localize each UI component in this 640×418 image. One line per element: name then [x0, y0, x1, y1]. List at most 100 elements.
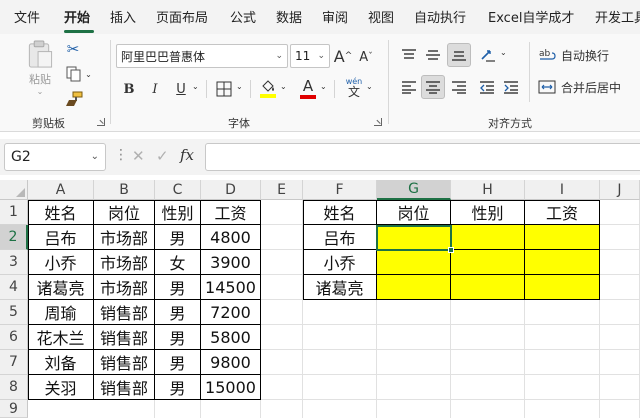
chevron-down-icon[interactable]: ⌄ [275, 51, 283, 61]
underline-button[interactable]: U [170, 78, 192, 100]
increase-font-size-button[interactable]: A ^ [332, 44, 354, 68]
table-header-cell[interactable]: 姓名 [28, 200, 94, 225]
table-cell[interactable]: 销售部 [94, 350, 155, 375]
table-cell[interactable]: 周瑜 [28, 300, 94, 325]
tab-data[interactable]: 数据 [276, 7, 302, 26]
table-header-cell[interactable]: 性别 [155, 200, 201, 225]
table-cell[interactable]: 男 [155, 350, 201, 375]
table-cell[interactable]: 小乔 [303, 250, 377, 275]
increase-indent-button[interactable] [500, 76, 522, 98]
table-header-cell[interactable]: 工资 [525, 200, 600, 225]
decrease-font-size-button[interactable]: Aˇ [355, 46, 377, 68]
table-cell[interactable]: 吕布 [28, 225, 94, 250]
tab-review[interactable]: 审阅 [322, 7, 348, 26]
tab-excel-learning[interactable]: Excel自学成才 [488, 7, 574, 26]
table-header-cell[interactable]: 岗位 [94, 200, 155, 225]
column-header-c[interactable]: C [155, 180, 201, 200]
chevron-down-icon[interactable]: ⌄ [320, 82, 327, 91]
table-cell[interactable]: 4800 [201, 225, 261, 250]
table-cell[interactable]: 诸葛亮 [303, 275, 377, 300]
lookup-result-cell[interactable] [377, 275, 451, 300]
chevron-down-icon[interactable]: ⌄ [91, 151, 99, 162]
tab-home[interactable]: 开始 [64, 7, 90, 26]
table-cell[interactable]: 男 [155, 325, 201, 350]
table-cell[interactable]: 销售部 [94, 375, 155, 400]
borders-button[interactable] [214, 79, 234, 99]
align-top-button[interactable] [398, 44, 420, 66]
row-header-2[interactable]: 2 [0, 225, 28, 250]
lookup-result-cell[interactable] [451, 275, 525, 300]
table-cell[interactable]: 销售部 [94, 300, 155, 325]
font-name-combo[interactable]: 阿里巴巴普惠体 ⌄ [116, 44, 288, 68]
align-middle-button[interactable] [422, 44, 444, 66]
table-cell[interactable]: 男 [155, 300, 201, 325]
tab-insert[interactable]: 插入 [110, 7, 136, 26]
table-cell[interactable]: 男 [155, 275, 201, 300]
tab-page-layout[interactable]: 页面布局 [156, 7, 208, 26]
italic-button[interactable]: I [144, 78, 166, 100]
lookup-result-cell[interactable] [525, 250, 600, 275]
name-box[interactable]: G2 ⌄ [4, 143, 106, 171]
column-header-i[interactable]: I [525, 180, 600, 200]
table-cell[interactable]: 3900 [201, 250, 261, 275]
table-cell[interactable]: 市场部 [94, 250, 155, 275]
font-launcher-icon[interactable] [374, 118, 382, 126]
chevron-down-icon[interactable]: ⌄ [192, 82, 199, 91]
paste-button[interactable]: 粘贴 ⌄ [20, 40, 60, 96]
clipboard-launcher-icon[interactable] [97, 118, 105, 126]
tab-view[interactable]: 视图 [368, 7, 394, 26]
table-header-cell[interactable]: 岗位 [377, 200, 451, 225]
confirm-icon[interactable]: ✓ [156, 147, 169, 165]
lookup-result-cell[interactable] [525, 225, 600, 250]
column-header-b[interactable]: B [94, 180, 155, 200]
column-header-g[interactable]: G [377, 180, 451, 200]
column-header-a[interactable]: A [28, 180, 94, 200]
column-header-h[interactable]: H [451, 180, 525, 200]
copy-button[interactable]: ⌄ [62, 64, 96, 84]
lookup-result-cell[interactable] [525, 275, 600, 300]
column-header-f[interactable]: F [303, 180, 377, 200]
font-color-button[interactable]: A [298, 76, 318, 100]
table-cell[interactable]: 14500 [201, 275, 261, 300]
tab-automate[interactable]: 自动执行 [414, 7, 466, 26]
lookup-result-cell[interactable] [377, 250, 451, 275]
row-header-9[interactable]: 9 [0, 400, 28, 418]
tab-file[interactable]: 文件 [14, 7, 40, 26]
table-cell[interactable]: 15000 [201, 375, 261, 400]
orientation-button[interactable] [478, 44, 500, 66]
more-options-icon[interactable]: ⋮ [114, 147, 128, 163]
table-cell[interactable]: 市场部 [94, 275, 155, 300]
cut-button[interactable]: ✂ [64, 40, 82, 58]
table-cell[interactable]: 诸葛亮 [28, 275, 94, 300]
row-header-7[interactable]: 7 [0, 350, 28, 375]
chevron-down-icon[interactable]: ⌄ [500, 48, 507, 57]
row-header-8[interactable]: 8 [0, 375, 28, 400]
align-right-button[interactable] [448, 76, 470, 98]
table-cell[interactable]: 花木兰 [28, 325, 94, 350]
column-header-d[interactable]: D [201, 180, 261, 200]
row-header-1[interactable]: 1 [0, 200, 28, 225]
chevron-down-icon[interactable]: ⌄ [236, 82, 243, 91]
formula-input[interactable] [205, 143, 640, 171]
table-cell[interactable]: 吕布 [303, 225, 377, 250]
fill-handle[interactable] [448, 247, 454, 253]
tab-developer[interactable]: 开发工具 [595, 7, 640, 26]
table-header-cell[interactable]: 工资 [201, 200, 261, 225]
bold-button[interactable]: B [118, 78, 140, 100]
row-header-3[interactable]: 3 [0, 250, 28, 275]
lookup-result-cell[interactable] [451, 250, 525, 275]
decrease-indent-button[interactable] [476, 76, 498, 98]
align-bottom-button[interactable] [447, 43, 471, 67]
table-cell[interactable]: 男 [155, 375, 201, 400]
align-center-button[interactable] [421, 75, 445, 99]
merge-center-button[interactable]: 合并后居中 [538, 76, 640, 98]
table-header-cell[interactable]: 性别 [451, 200, 525, 225]
row-header-4[interactable]: 4 [0, 275, 28, 300]
chevron-down-icon[interactable]: ⌄ [280, 82, 287, 91]
insert-function-icon[interactable]: fx [180, 146, 194, 164]
align-left-button[interactable] [398, 76, 420, 98]
chevron-down-icon[interactable]: ⌄ [366, 82, 373, 91]
table-cell[interactable]: 关羽 [28, 375, 94, 400]
table-cell[interactable]: 5800 [201, 325, 261, 350]
tab-formulas[interactable]: 公式 [230, 7, 256, 26]
